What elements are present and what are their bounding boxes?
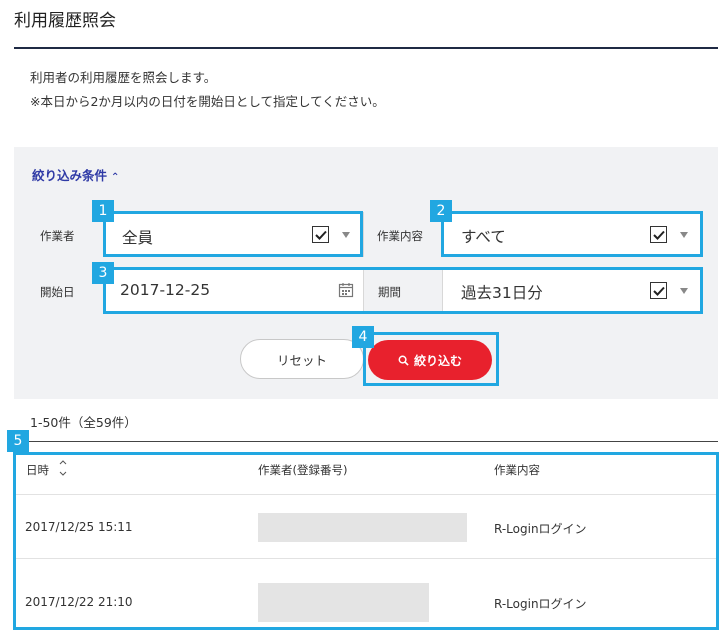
check-icon [314,230,327,240]
badge-1: 1 [92,200,114,222]
page-note: ※本日から2か月以内の日付を開始日として指定してください。 [30,94,385,109]
reset-button[interactable]: リセット [240,339,364,379]
badge-4: 4 [352,326,374,348]
result-count: 1-50件（全59件） [30,415,137,430]
badge-2: 2 [430,200,452,222]
work-content-dropdown-checkbox[interactable] [650,226,667,243]
highlight-3 [103,267,703,314]
results-divider [14,441,718,442]
worker-label: 作業者 [40,229,75,243]
start-date-label: 開始日 [40,285,75,299]
filter-toggle[interactable]: 絞り込み条件 ⌃ [32,165,119,184]
highlight-4 [363,332,499,386]
worker-dropdown-arrow-icon[interactable] [342,232,350,238]
badge-3: 3 [92,262,114,284]
check-icon [652,230,665,240]
page-description: 利用者の利用履歴を照会します。 [30,70,217,85]
chevron-up-icon: ⌃ [111,172,120,183]
work-content-dropdown-arrow-icon[interactable] [680,232,688,238]
filter-toggle-label: 絞り込み条件 [32,168,108,183]
badge-5: 5 [7,430,29,452]
work-content-select-value[interactable]: すべて [461,225,506,247]
page-title: 利用履歴照会 [14,11,116,31]
work-content-label: 作業内容 [377,229,423,243]
highlight-5 [13,452,719,630]
worker-dropdown-checkbox[interactable] [312,226,329,243]
worker-select-value[interactable]: 全員 [122,226,153,248]
title-divider [14,47,718,49]
